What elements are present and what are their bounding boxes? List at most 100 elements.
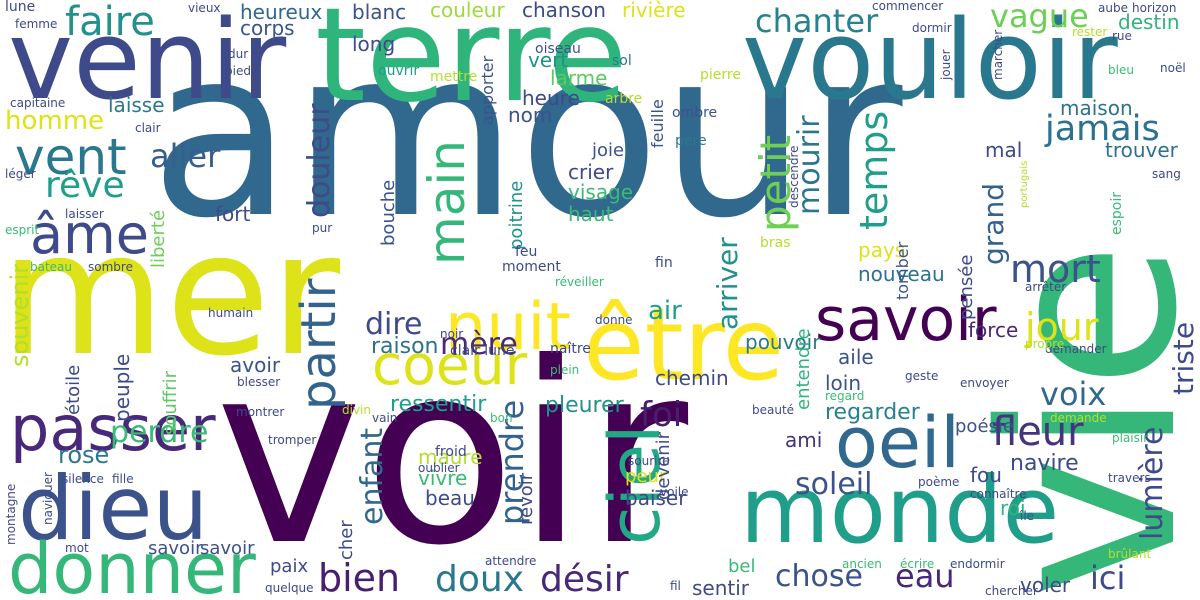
cloud-word: travers [1108, 471, 1151, 485]
cloud-word: commencer [872, 0, 944, 13]
cloud-word: pied [225, 64, 251, 78]
cloud-word: joie [592, 140, 625, 161]
cloud-word: blesser [237, 375, 281, 389]
cloud-word: beau [425, 486, 475, 510]
cloud-word: fil [670, 579, 681, 593]
cloud-word: beauté [752, 403, 795, 417]
cloud-word: écrire [900, 557, 935, 571]
cloud-word: main [418, 140, 476, 265]
cloud-word: rose [58, 441, 110, 469]
cloud-word: plein [550, 363, 580, 377]
cloud-word: vieux [188, 1, 221, 15]
cloud-word: soleil [795, 467, 873, 502]
cloud-word: long [352, 32, 396, 56]
cloud-word: envoyer [960, 376, 1009, 390]
cloud-word: plaisir [1112, 431, 1149, 445]
cloud-word: savoir [200, 538, 255, 559]
cloud-word: chemin [655, 366, 729, 390]
cloud-word: faire [65, 0, 155, 45]
cloud-word: femme [15, 17, 58, 31]
cloud-word: chercher [985, 584, 1038, 598]
cloud-word: regard [825, 389, 865, 403]
cloud-word: poésie [955, 416, 1014, 437]
cloud-word: dur [228, 47, 249, 61]
cloud-word: jouer [939, 49, 953, 80]
cloud-word: laisse [108, 93, 165, 117]
cloud-word: espoir [1109, 191, 1125, 235]
cloud-word: sang [1152, 167, 1181, 181]
cloud-word: endormir [950, 557, 1005, 571]
cloud-word: arrêter [1025, 280, 1067, 294]
cloud-word: revoir [516, 472, 537, 525]
cloud-word: montagne [4, 483, 18, 545]
cloud-word: rester [1072, 25, 1108, 39]
cloud-word: oiseau [535, 41, 581, 57]
cloud-word: trouver [1105, 138, 1178, 162]
cloud-word: larme [550, 66, 608, 90]
cloud-word: lune [5, 0, 36, 15]
cloud-word: nom [508, 103, 553, 127]
cloud-word: connaître [970, 487, 1027, 501]
cloud-word: descendre [787, 145, 801, 208]
cloud-word: fille [112, 472, 134, 486]
cloud-word: pierre [700, 67, 741, 83]
cloud-word: silence [62, 472, 104, 486]
cloud-word: oublier [418, 461, 460, 475]
cloud-word: brûlant [1108, 547, 1152, 561]
cloud-word: pensée [956, 254, 977, 320]
cloud-word: ami [785, 428, 823, 452]
cloud-word: navire [1010, 451, 1079, 476]
cloud-word: sol [612, 53, 632, 69]
cloud-word: ici [1090, 559, 1126, 597]
cloud-word: avoir [230, 353, 281, 377]
cloud-word: désir [540, 559, 629, 600]
cloud-word: noir [440, 327, 464, 341]
cloud-word: bien [318, 556, 401, 600]
cloud-word: vain [372, 411, 398, 425]
cloud-word: chanson [522, 0, 606, 22]
cloud-word: enfant [355, 427, 390, 525]
cloud-word: sombre [88, 260, 133, 274]
cloud-word: aube [1098, 1, 1128, 15]
cloud-word: raison [371, 334, 439, 359]
cloud-word: capitaine [10, 96, 66, 110]
cloud-word: crier [568, 160, 614, 184]
cloud-word: poitrine [506, 180, 527, 250]
cloud-word: laisser [65, 207, 104, 221]
cloud-word: blanc [352, 0, 407, 24]
cloud-word: léger [5, 167, 36, 181]
cloud-word: pur [312, 221, 333, 235]
cloud-word: île [1020, 509, 1035, 523]
cloud-word: paix [270, 556, 309, 577]
cloud-word: mot [65, 541, 89, 555]
cloud-word: fou [970, 463, 1002, 487]
cloud-word: froid [435, 444, 467, 460]
word-cloud: amour voir vie mer terre vouloir venir ê… [0, 0, 1200, 600]
cloud-word: douleur [302, 103, 337, 218]
cloud-word: rivière [622, 0, 686, 22]
cloud-word: aile [838, 345, 874, 369]
cloud-word: ouvrir [378, 63, 420, 79]
cloud-word: horizon [1132, 1, 1177, 15]
cloud-word: montrer [236, 405, 285, 419]
cloud-word: portugais [1019, 160, 1030, 208]
cloud-word: regarder [825, 400, 920, 425]
cloud-word: chanter [755, 2, 879, 40]
cloud-word: voix [1040, 375, 1107, 413]
cloud-word: étoile [63, 364, 84, 415]
cloud-word: demande [1050, 411, 1107, 425]
cloud-word: liberté [148, 209, 169, 268]
cloud-word: corps [240, 16, 295, 40]
cloud-word: père [675, 133, 707, 149]
cloud-word: partir [291, 278, 347, 410]
cloud-word: triste [1167, 321, 1200, 395]
cloud-word: aller [150, 137, 221, 175]
cloud-word: haut [568, 202, 614, 226]
cloud-word: bleu [1108, 63, 1134, 77]
cloud-word: clair [135, 121, 161, 135]
cloud-word: moment [502, 259, 561, 275]
cloud-word: propre [1025, 337, 1065, 351]
cloud-word: ancien [842, 557, 882, 571]
cloud-word: feu [515, 244, 538, 260]
cloud-word: tromper [268, 433, 317, 447]
